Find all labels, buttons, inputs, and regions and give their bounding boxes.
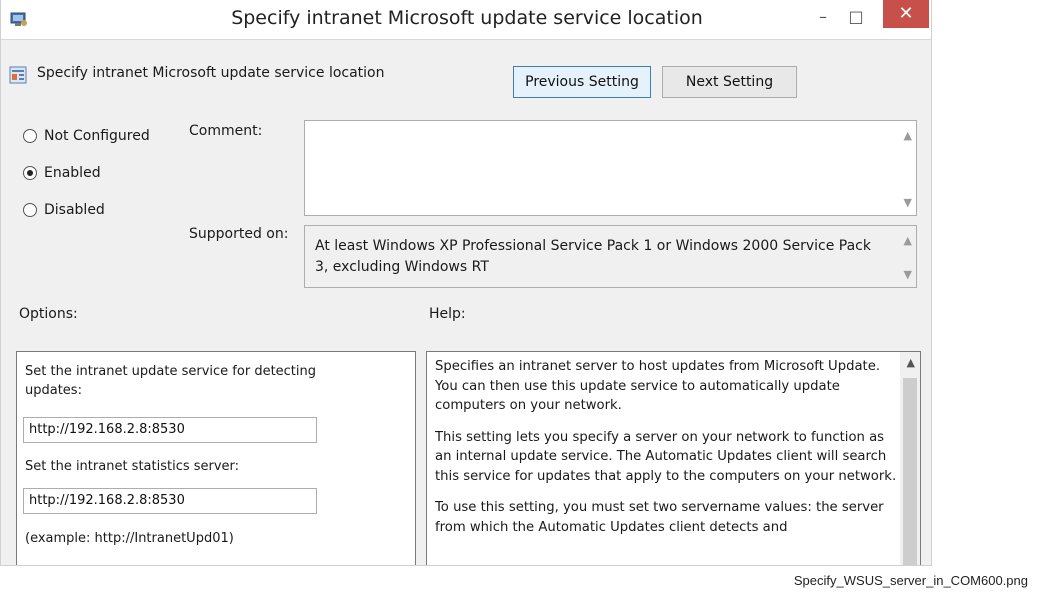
stats-server-input[interactable]: http://192.168.2.8:8530: [23, 488, 317, 514]
supported-on-text: At least Windows XP Professional Service…: [315, 238, 871, 275]
stats-server-label: Set the intranet statistics server:: [25, 459, 240, 474]
example-text: (example: http://IntranetUpd01): [25, 531, 234, 546]
radio-circle: [23, 203, 37, 217]
minimize-button[interactable]: –: [813, 5, 833, 29]
window-title: Specify intranet Microsoft update servic…: [231, 7, 703, 29]
radio-label: Not Configured: [44, 128, 150, 144]
comment-textarea[interactable]: ▲ ▼: [304, 120, 917, 216]
setting-name: Specify intranet Microsoft update servic…: [37, 65, 385, 81]
title-bar[interactable]: Specify intranet Microsoft update servic…: [1, 0, 931, 39]
policy-setting-window: Specify intranet Microsoft update servic…: [0, 0, 932, 566]
help-text: Specifies an intranet server to host upd…: [435, 357, 900, 549]
supported-on-box: At least Windows XP Professional Service…: [304, 225, 917, 288]
enabled-radio[interactable]: Enabled: [23, 165, 101, 181]
scrollbar-thumb[interactable]: [903, 378, 917, 565]
options-heading: Options:: [19, 306, 78, 322]
next-setting-button[interactable]: Next Setting: [662, 66, 797, 98]
help-panel: Specifies an intranet server to host upd…: [426, 351, 921, 565]
scroll-down-icon[interactable]: ▼: [904, 196, 912, 209]
disabled-radio[interactable]: Disabled: [23, 202, 105, 218]
scroll-up-icon[interactable]: ▲: [904, 129, 912, 142]
help-scrollbar[interactable]: ▲: [900, 352, 920, 565]
maximize-button[interactable]: □: [846, 5, 866, 29]
radio-label: Enabled: [44, 165, 101, 181]
supported-on-label: Supported on:: [189, 226, 289, 242]
dialog-body: Specify intranet Microsoft update servic…: [1, 39, 931, 565]
options-panel: Set the intranet update service for dete…: [16, 351, 416, 565]
radio-circle: [23, 129, 37, 143]
policy-setting-icon: [9, 66, 27, 84]
radio-label: Disabled: [44, 202, 105, 218]
radio-circle-selected: [23, 166, 37, 180]
help-paragraph: Specifies an intranet server to host upd…: [435, 359, 881, 413]
help-heading: Help:: [429, 306, 466, 322]
scroll-down-icon[interactable]: ▼: [904, 268, 912, 281]
not-configured-radio[interactable]: Not Configured: [23, 128, 150, 144]
scroll-up-icon[interactable]: ▲: [907, 356, 915, 369]
detect-server-input[interactable]: http://192.168.2.8:8530: [23, 417, 317, 443]
help-paragraph: This setting lets you specify a server o…: [435, 429, 897, 484]
help-paragraph: To use this setting, you must set two se…: [435, 500, 884, 535]
detect-server-label: Set the intranet update service for dete…: [25, 364, 317, 398]
previous-setting-button[interactable]: Previous Setting: [513, 66, 651, 98]
scroll-up-icon[interactable]: ▲: [904, 234, 912, 247]
comment-label: Comment:: [189, 123, 263, 139]
image-caption: Specify_WSUS_server_in_COM600.png: [793, 573, 1028, 588]
close-button[interactable]: ✕: [883, 0, 929, 28]
